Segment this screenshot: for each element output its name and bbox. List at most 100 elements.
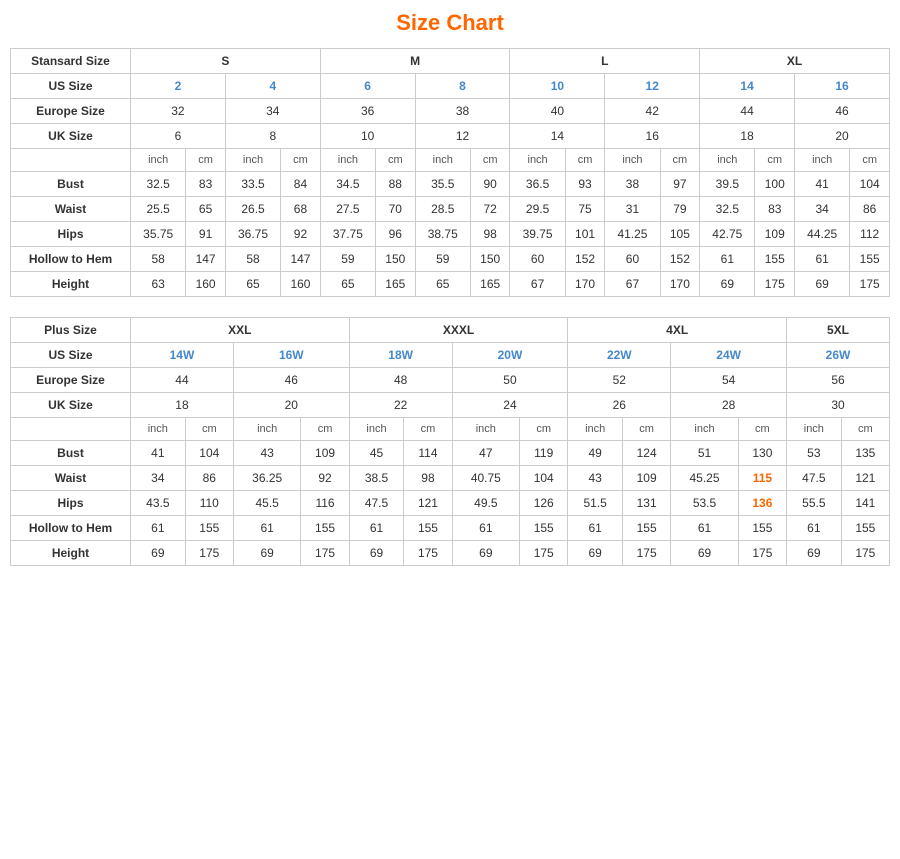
std-val-4-7: 165 bbox=[470, 272, 510, 297]
std-inch-6: inch bbox=[605, 149, 660, 172]
plus-cm-1: cm bbox=[185, 418, 233, 441]
plus-val-3-2: 61 bbox=[233, 516, 301, 541]
std-val-3-9: 152 bbox=[565, 247, 605, 272]
std-val-2-1: 91 bbox=[186, 222, 226, 247]
europe-size-label: Europe Size bbox=[11, 99, 131, 124]
plus-val-2-6: 49.5 bbox=[452, 491, 520, 516]
plus-label-height: Height bbox=[11, 541, 131, 566]
std-val-4-1: 160 bbox=[186, 272, 226, 297]
plus-val-1-12: 47.5 bbox=[787, 466, 842, 491]
plus-val-1-3: 92 bbox=[301, 466, 349, 491]
std-val-4-6: 65 bbox=[415, 272, 470, 297]
eu-42: 42 bbox=[605, 99, 700, 124]
std-cm-4: cm bbox=[470, 149, 510, 172]
plus-val-4-1: 175 bbox=[185, 541, 233, 566]
std-val-0-13: 100 bbox=[755, 172, 795, 197]
eu-32: 32 bbox=[131, 99, 226, 124]
std-val-3-13: 155 bbox=[755, 247, 795, 272]
us-6: 6 bbox=[320, 74, 415, 99]
std-val-1-4: 27.5 bbox=[320, 197, 375, 222]
std-val-2-14: 44.25 bbox=[795, 222, 850, 247]
std-label-waist: Waist bbox=[11, 197, 131, 222]
plus-val-1-4: 38.5 bbox=[349, 466, 404, 491]
plus-val-0-4: 45 bbox=[349, 441, 404, 466]
plus-val-4-9: 175 bbox=[623, 541, 671, 566]
std-val-3-3: 147 bbox=[281, 247, 321, 272]
eu-38: 38 bbox=[415, 99, 510, 124]
plus-val-0-0: 41 bbox=[131, 441, 186, 466]
std-val-2-10: 41.25 bbox=[605, 222, 660, 247]
std-val-1-13: 83 bbox=[755, 197, 795, 222]
xxl-header: XXL bbox=[131, 318, 350, 343]
std-cm-8: cm bbox=[850, 149, 890, 172]
plus-us-18w: 18W bbox=[349, 343, 452, 368]
eu-46: 46 bbox=[795, 99, 890, 124]
us-8: 8 bbox=[415, 74, 510, 99]
uk-12: 12 bbox=[415, 124, 510, 149]
std-val-3-6: 59 bbox=[415, 247, 470, 272]
std-val-3-7: 150 bbox=[470, 247, 510, 272]
std-inch-1: inch bbox=[131, 149, 186, 172]
eu-36: 36 bbox=[320, 99, 415, 124]
uk-14: 14 bbox=[510, 124, 605, 149]
plus-label-hollow-to-hem: Hollow to Hem bbox=[11, 516, 131, 541]
plus-eu-46: 46 bbox=[233, 368, 349, 393]
plus-val-1-11: 115 bbox=[738, 466, 786, 491]
plus-val-4-11: 175 bbox=[738, 541, 786, 566]
std-cm-7: cm bbox=[755, 149, 795, 172]
plus-size-table: Plus Size XXL XXXL 4XL 5XL US Size 14W 1… bbox=[10, 317, 890, 566]
std-val-4-14: 69 bbox=[795, 272, 850, 297]
std-inch-3: inch bbox=[320, 149, 375, 172]
plus-inch-5: inch bbox=[568, 418, 623, 441]
plus-val-3-3: 155 bbox=[301, 516, 349, 541]
uk-20: 20 bbox=[795, 124, 890, 149]
plus-val-2-1: 110 bbox=[185, 491, 233, 516]
l-header: L bbox=[510, 49, 700, 74]
plus-eu-48: 48 bbox=[349, 368, 452, 393]
std-val-2-2: 36.75 bbox=[225, 222, 280, 247]
us-16: 16 bbox=[795, 74, 890, 99]
std-val-2-5: 96 bbox=[376, 222, 416, 247]
std-val-4-10: 67 bbox=[605, 272, 660, 297]
std-val-0-5: 88 bbox=[376, 172, 416, 197]
plus-val-1-10: 45.25 bbox=[671, 466, 739, 491]
std-val-1-1: 65 bbox=[186, 197, 226, 222]
plus-inch-3: inch bbox=[349, 418, 404, 441]
plus-val-3-0: 61 bbox=[131, 516, 186, 541]
plus-us-16w: 16W bbox=[233, 343, 349, 368]
std-val-2-0: 35.75 bbox=[131, 222, 186, 247]
plus-val-3-13: 155 bbox=[841, 516, 889, 541]
std-label-bust: Bust bbox=[11, 172, 131, 197]
std-val-4-8: 67 bbox=[510, 272, 565, 297]
std-val-2-8: 39.75 bbox=[510, 222, 565, 247]
plus-val-4-4: 69 bbox=[349, 541, 404, 566]
s-header: S bbox=[131, 49, 321, 74]
std-val-4-5: 165 bbox=[376, 272, 416, 297]
plus-uk-26: 26 bbox=[568, 393, 671, 418]
plus-size-header: Plus Size bbox=[11, 318, 131, 343]
plus-inch-4: inch bbox=[452, 418, 520, 441]
std-cm-2: cm bbox=[281, 149, 321, 172]
plus-val-0-7: 119 bbox=[520, 441, 568, 466]
plus-val-2-8: 51.5 bbox=[568, 491, 623, 516]
plus-size-section: Plus Size XXL XXXL 4XL 5XL US Size 14W 1… bbox=[10, 317, 890, 566]
std-val-4-2: 65 bbox=[225, 272, 280, 297]
plus-eu-50: 50 bbox=[452, 368, 568, 393]
plus-val-4-3: 175 bbox=[301, 541, 349, 566]
std-val-1-14: 34 bbox=[795, 197, 850, 222]
eu-44: 44 bbox=[700, 99, 795, 124]
plus-cm-3: cm bbox=[404, 418, 452, 441]
plus-us-22w: 22W bbox=[568, 343, 671, 368]
std-val-1-15: 86 bbox=[850, 197, 890, 222]
std-val-1-6: 28.5 bbox=[415, 197, 470, 222]
plus-val-3-6: 61 bbox=[452, 516, 520, 541]
plus-inch-2: inch bbox=[233, 418, 301, 441]
us-10: 10 bbox=[510, 74, 605, 99]
std-val-2-13: 109 bbox=[755, 222, 795, 247]
eu-40: 40 bbox=[510, 99, 605, 124]
plus-cm-6: cm bbox=[738, 418, 786, 441]
plus-val-2-11: 136 bbox=[738, 491, 786, 516]
std-cm-5: cm bbox=[565, 149, 605, 172]
xl-header: XL bbox=[700, 49, 890, 74]
uk-10: 10 bbox=[320, 124, 415, 149]
